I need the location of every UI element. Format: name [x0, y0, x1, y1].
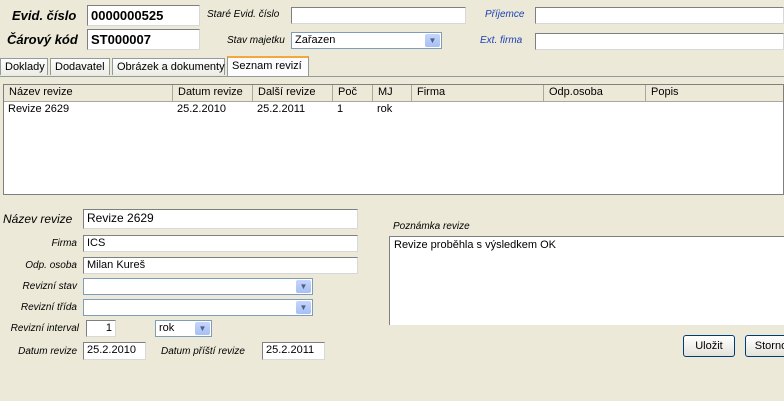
poznamka-textarea[interactable]: Revize proběhla s výsledkem OK [389, 236, 784, 325]
tab-obrazek[interactable]: Obrázek a dokumenty [112, 58, 225, 75]
cell-nazev: Revize 2629 [8, 103, 70, 115]
tab-divider [0, 76, 784, 77]
datum-revize-label: Datum revize [18, 346, 77, 357]
stav-majetku-value: Zařazen [295, 34, 336, 46]
col-odp-osoba[interactable]: Odp.osoba [544, 85, 646, 101]
col-dalsi-revize[interactable]: Další revize [253, 85, 333, 101]
revision-grid[interactable]: Název revize Datum revize Další revize P… [3, 84, 784, 195]
revizni-stav-label: Revizní stav [22, 281, 77, 292]
nazev-revize-field[interactable]: Revize 2629 [83, 209, 358, 229]
cell-poc: 1 [337, 103, 344, 115]
carovy-kod-label: Čárový kód [7, 32, 78, 47]
prijemce-label: Příjemce [485, 9, 525, 20]
firma-field[interactable]: ICS [83, 235, 358, 252]
ext-firma-field[interactable] [535, 33, 784, 50]
chevron-down-icon[interactable]: ▼ [425, 34, 440, 47]
revizni-interval-unit-select[interactable]: rok ▼ [155, 320, 212, 337]
stare-evid-label: Staré Evid. číslo [207, 9, 280, 20]
firma-label: Firma [51, 238, 77, 249]
revizni-trida-label: Revizní třída [20, 302, 77, 313]
revizni-stav-select[interactable]: ▼ [83, 278, 313, 295]
tab-seznam-revizi[interactable]: Seznam revizí [227, 56, 309, 76]
revizni-interval-field[interactable]: 1 [86, 320, 116, 337]
ext-firma-label: Ext. firma [480, 35, 523, 46]
chevron-down-icon[interactable]: ▼ [296, 301, 311, 314]
col-nazev-revize[interactable]: Název revize [4, 85, 173, 101]
poznamka-label: Poznámka revize [393, 221, 470, 232]
odp-osoba-label: Odp. osoba [25, 260, 77, 271]
revizni-interval-unit-value: rok [159, 322, 175, 334]
col-firma[interactable]: Firma [412, 85, 544, 101]
cell-datum: 25.2.2010 [177, 103, 226, 115]
datum-pristi-field[interactable]: 25.2.2011 [262, 342, 325, 360]
carovy-kod-field[interactable]: ST000007 [87, 29, 200, 50]
cancel-button[interactable]: Storno [745, 335, 784, 357]
tab-dodavatel[interactable]: Dodavatel [50, 58, 110, 75]
prijemce-field[interactable] [535, 7, 784, 24]
chevron-down-icon[interactable]: ▼ [195, 322, 210, 335]
table-row[interactable]: Revize 2629 25.2.2010 25.2.2011 1 rok [4, 101, 783, 116]
col-mj[interactable]: MJ [373, 85, 412, 101]
grid-header: Název revize Datum revize Další revize P… [4, 85, 783, 102]
odp-osoba-field[interactable]: Milan Kureš [83, 257, 358, 274]
chevron-down-icon[interactable]: ▼ [296, 280, 311, 293]
cell-mj: rok [377, 103, 393, 115]
col-popis[interactable]: Popis [646, 85, 783, 101]
stav-majetku-select[interactable]: Zařazen ▼ [291, 32, 442, 49]
evid-cislo-field[interactable]: 0000000525 [87, 5, 200, 26]
evid-cislo-label: Evid. číslo [12, 8, 77, 23]
datum-pristi-label: Datum příští revize [161, 346, 245, 357]
col-datum-revize[interactable]: Datum revize [173, 85, 253, 101]
datum-revize-field[interactable]: 25.2.2010 [83, 342, 146, 360]
save-button[interactable]: Uložit [683, 335, 735, 357]
stare-evid-field[interactable] [291, 7, 466, 24]
tab-doklady[interactable]: Doklady [0, 58, 48, 75]
cell-dalsi: 25.2.2011 [257, 103, 306, 115]
nazev-revize-label: Název revize [3, 212, 73, 226]
revizni-trida-select[interactable]: ▼ [83, 299, 313, 316]
revizni-interval-label: Revizní interval [10, 323, 79, 334]
col-poc[interactable]: Poč [333, 85, 373, 101]
stav-majetku-label: Stav majetku [227, 35, 285, 46]
